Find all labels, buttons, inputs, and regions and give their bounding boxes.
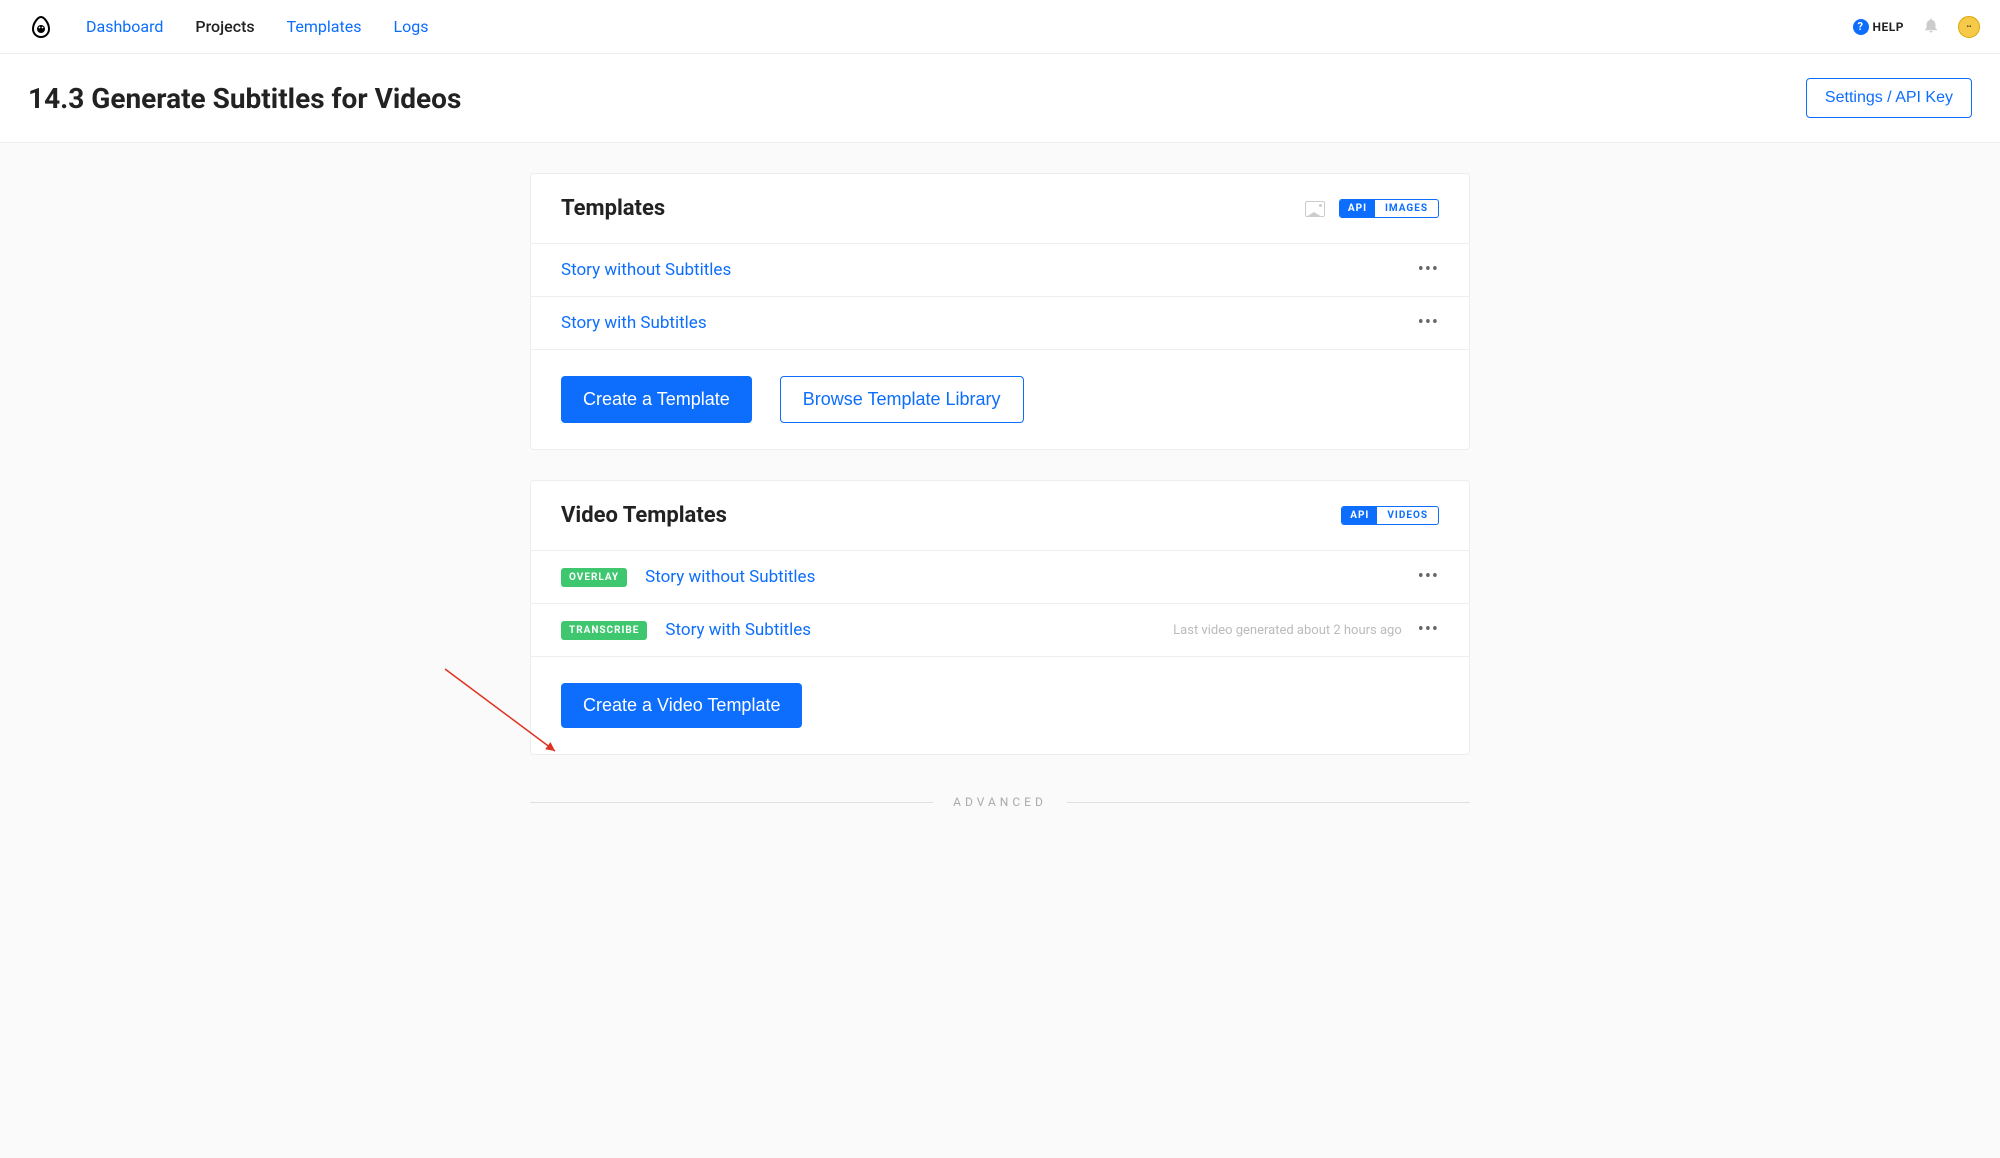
video-templates-panel: Video Templates API VIDEOS OVERLAY Story… xyxy=(530,480,1470,755)
api-videos-pill[interactable]: API VIDEOS xyxy=(1341,506,1439,525)
nav-item-dashboard[interactable]: Dashboard xyxy=(86,17,163,36)
transcribe-badge: TRANSCRIBE xyxy=(561,621,647,640)
video-template-row: TRANSCRIBE Story with Subtitles Last vid… xyxy=(531,603,1469,656)
video-template-link[interactable]: Story with Subtitles xyxy=(665,620,811,640)
nav-right: ? HELP •• xyxy=(1853,16,1980,38)
app-logo[interactable] xyxy=(28,14,54,40)
settings-api-key-button[interactable]: Settings / API Key xyxy=(1806,78,1972,118)
page-header: 14.3 Generate Subtitles for Videos Setti… xyxy=(0,54,2000,143)
overlay-badge: OVERLAY xyxy=(561,568,627,587)
video-template-link[interactable]: Story without Subtitles xyxy=(645,567,815,587)
nav-item-logs[interactable]: Logs xyxy=(393,17,428,36)
pill-api: API xyxy=(1340,200,1375,217)
help-label: HELP xyxy=(1873,20,1904,34)
video-templates-panel-head: Video Templates API VIDEOS xyxy=(531,481,1469,550)
templates-actions: Create a Template Browse Template Librar… xyxy=(531,349,1469,449)
nav-links: Dashboard Projects Templates Logs xyxy=(86,17,428,36)
help-button[interactable]: ? HELP xyxy=(1853,19,1904,35)
templates-head-right: API IMAGES xyxy=(1305,199,1439,218)
nav-item-templates[interactable]: Templates xyxy=(287,17,362,36)
avatar[interactable]: •• xyxy=(1958,16,1980,38)
more-icon[interactable]: ••• xyxy=(1418,568,1439,586)
content-area: Templates API IMAGES Story without Subti… xyxy=(0,143,2000,1158)
annotation-arrow xyxy=(440,659,580,779)
create-template-button[interactable]: Create a Template xyxy=(561,376,752,423)
browse-template-library-button[interactable]: Browse Template Library xyxy=(780,376,1024,423)
video-templates-actions: Create a Video Template xyxy=(531,656,1469,754)
more-icon[interactable]: ••• xyxy=(1418,261,1439,279)
api-images-pill[interactable]: API IMAGES xyxy=(1339,199,1439,218)
templates-panel-title: Templates xyxy=(561,196,665,221)
help-icon: ? xyxy=(1853,19,1869,35)
topbar: Dashboard Projects Templates Logs ? HELP… xyxy=(0,0,2000,54)
video-template-meta: Last video generated about 2 hours ago xyxy=(1173,623,1402,638)
create-video-template-button[interactable]: Create a Video Template xyxy=(561,683,802,728)
more-icon[interactable]: ••• xyxy=(1418,314,1439,332)
templates-panel: Templates API IMAGES Story without Subti… xyxy=(530,173,1470,450)
page-title: 14.3 Generate Subtitles for Videos xyxy=(28,82,461,115)
video-templates-head-right: API VIDEOS xyxy=(1341,506,1439,525)
pill-api: API xyxy=(1342,507,1377,524)
more-icon[interactable]: ••• xyxy=(1418,621,1439,639)
divider-line xyxy=(1067,802,1470,803)
template-link[interactable]: Story with Subtitles xyxy=(561,313,707,333)
divider-line xyxy=(530,802,933,803)
video-templates-panel-title: Video Templates xyxy=(561,503,727,528)
advanced-divider: ADVANCED xyxy=(530,795,1470,809)
template-link[interactable]: Story without Subtitles xyxy=(561,260,731,280)
nav-item-projects[interactable]: Projects xyxy=(195,17,254,36)
advanced-label: ADVANCED xyxy=(953,795,1047,809)
pill-videos: VIDEOS xyxy=(1377,507,1438,524)
template-row: Story with Subtitles ••• xyxy=(531,296,1469,349)
nav-left: Dashboard Projects Templates Logs xyxy=(28,14,428,40)
bell-icon[interactable] xyxy=(1922,16,1940,38)
video-template-row: OVERLAY Story without Subtitles ••• xyxy=(531,550,1469,603)
image-icon xyxy=(1305,201,1325,217)
templates-panel-head: Templates API IMAGES xyxy=(531,174,1469,243)
pill-images: IMAGES xyxy=(1375,200,1438,217)
template-row: Story without Subtitles ••• xyxy=(531,243,1469,296)
